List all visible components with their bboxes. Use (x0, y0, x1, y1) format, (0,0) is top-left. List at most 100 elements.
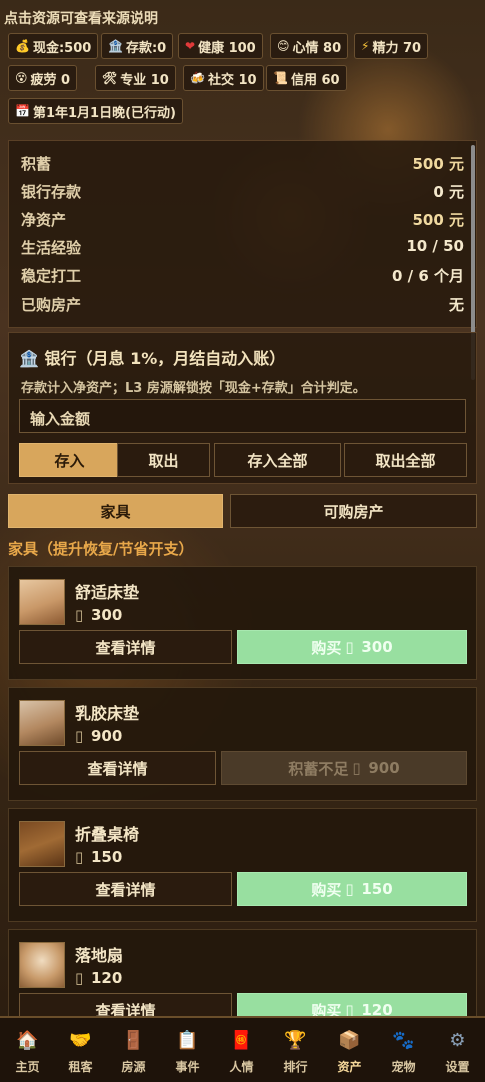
coin-icon: ▯ (75, 606, 84, 624)
beer-icon: 🍻 (190, 71, 205, 85)
item-name: 乳胶床垫 (75, 704, 140, 723)
withdraw-all-button[interactable]: 取出全部 (344, 443, 467, 477)
nav-settings[interactable]: ⚙ 设置 (431, 1018, 484, 1082)
summary-value: 无 (448, 296, 464, 314)
coin-icon: ▯ (75, 969, 84, 987)
nav-ranking[interactable]: 🏆 排行 (269, 1018, 322, 1082)
nav-relations[interactable]: 🧧 人情 (215, 1018, 268, 1082)
item-name: 折叠桌椅 (75, 825, 140, 844)
nav-label: 资产 (337, 1060, 362, 1074)
item-name: 落地扇 (75, 946, 124, 965)
health-chip[interactable]: ❤ 健康 100 (178, 33, 263, 59)
fatigue-label: 疲劳 0 (30, 72, 71, 88)
furniture-card: 折叠桌椅 ▯ 150 查看详情 购买 ▯ 150 (8, 808, 477, 922)
date-chip[interactable]: 📅 第1年1月1日晚(已行动) (8, 98, 183, 124)
credit-chip[interactable]: 📜 信用 60 (266, 65, 347, 91)
cash-chip[interactable]: 💰 现金:500 (8, 33, 99, 59)
amount-placeholder: 输入金额 (30, 410, 91, 428)
health-label: 健康 100 (198, 40, 256, 56)
clipboard-icon: 📋 (176, 1030, 199, 1051)
nav-home[interactable]: 🏠 主页 (1, 1018, 54, 1082)
item-name: 舒适床垫 (75, 583, 140, 602)
box-icon: 📦 (338, 1030, 361, 1051)
smile-icon: 😊 (277, 39, 290, 53)
summary-value: 0 元 (433, 183, 464, 201)
nav-label: 宠物 (391, 1060, 416, 1074)
summary-key: 生活经验 (21, 239, 82, 257)
item-price: ▯ 900 (75, 727, 122, 745)
tab-properties[interactable]: 可购房产 (230, 494, 477, 528)
buy-label: 积蓄不足 (288, 759, 349, 778)
deposit-chip[interactable]: 🏦 存款:0 (101, 33, 174, 59)
nav-pets[interactable]: 🐾 宠物 (377, 1018, 430, 1082)
dizzy-face-icon: 😵 (15, 71, 28, 85)
summary-key: 净资产 (21, 211, 67, 229)
social-chip[interactable]: 🍻 社交 10 (183, 65, 264, 91)
summary-key: 银行存款 (21, 183, 82, 201)
withdraw-button[interactable]: 取出 (117, 443, 210, 477)
summary-row-bank: 银行存款 0 元 (21, 181, 464, 202)
item-price: ▯ 150 (75, 848, 122, 866)
furniture-card: 乳胶床垫 ▯ 900 查看详情 积蓄不足 ▯ 900 (8, 687, 477, 801)
amount-input[interactable]: 输入金额 (19, 399, 466, 433)
buy-button[interactable]: 购买 ▯ 300 (237, 630, 467, 664)
nav-label: 房源 (121, 1060, 146, 1074)
item-price-value: 150 (91, 848, 123, 866)
deposit-button[interactable]: 存入 (19, 443, 120, 477)
asset-summary-panel: 积蓄 500 元 银行存款 0 元 净资产 500 元 生活经验 10 / 50 稳定打… (8, 140, 477, 328)
buy-price: 150 (361, 880, 393, 898)
nav-label: 人情 (229, 1060, 254, 1074)
buy-button-disabled[interactable]: 积蓄不足 ▯ 900 (221, 751, 467, 785)
deposit-label: 存款:0 (125, 40, 167, 56)
nav-assets[interactable]: 📦 资产 (323, 1018, 376, 1082)
coin-icon: ▯ (345, 638, 354, 656)
latex-mattress-image (19, 700, 65, 746)
nav-label: 租客 (68, 1060, 93, 1074)
skill-label: 专业 10 (120, 72, 169, 88)
view-details-button[interactable]: 查看详情 (19, 630, 232, 664)
coin-icon: ▯ (75, 848, 84, 866)
item-price-value: 900 (91, 727, 123, 745)
buy-label: 购买 (311, 880, 342, 899)
mattress-image (19, 579, 65, 625)
folding-table-image (19, 821, 65, 867)
floor-fan-image (19, 942, 65, 988)
nav-label: 排行 (283, 1060, 308, 1074)
nav-label: 设置 (445, 1060, 470, 1074)
bank-panel: 🏦 银行（月息 1%，月结自动入账） 存款计入净资产；L3 房源解锁按「现金+存… (8, 332, 477, 484)
skill-chip[interactable]: 🛠 专业 10 (95, 65, 176, 91)
summary-value: 500 元 (412, 155, 464, 173)
buy-button[interactable]: 购买 ▯ 150 (237, 872, 467, 906)
summary-value: 0 / 6 个月 (391, 267, 464, 285)
nav-label: 主页 (15, 1060, 40, 1074)
buy-price: 900 (368, 759, 400, 777)
furniture-card: 落地扇 ▯ 120 查看详情 购买 ▯ 120 (8, 929, 477, 1027)
item-price: ▯ 120 (75, 969, 122, 987)
tools-icon: 🛠 (102, 71, 118, 85)
paw-icon: 🐾 (392, 1030, 415, 1051)
red-envelope-icon: 🧧 (230, 1030, 253, 1051)
status-topline: 点击资源可查看来源说明 (4, 11, 158, 27)
view-details-button[interactable]: 查看详情 (19, 872, 232, 906)
lightning-icon: ⚡ (361, 39, 370, 53)
item-price-value: 300 (91, 606, 123, 624)
deposit-all-button[interactable]: 存入全部 (214, 443, 341, 477)
tab-furniture[interactable]: 家具 (8, 494, 223, 528)
nav-events[interactable]: 📋 事件 (161, 1018, 214, 1082)
summary-key: 已购房产 (21, 296, 82, 314)
view-details-button[interactable]: 查看详情 (19, 751, 216, 785)
nav-tenants[interactable]: 🤝 租客 (54, 1018, 107, 1082)
item-price: ▯ 300 (75, 606, 122, 624)
fatigue-chip[interactable]: 😵 疲劳 0 (8, 65, 78, 91)
summary-value: 500 元 (412, 211, 464, 229)
door-icon: 🚪 (122, 1030, 145, 1051)
handshake-icon: 🤝 (69, 1030, 92, 1051)
energy-chip[interactable]: ⚡ 精力 70 (354, 33, 429, 59)
coin-icon: ▯ (345, 880, 354, 898)
buy-price: 300 (361, 638, 393, 656)
coin-icon: ▯ (352, 759, 361, 777)
summary-key: 积蓄 (21, 155, 52, 173)
mood-chip[interactable]: 😊 心情 80 (270, 33, 349, 59)
bank-icon: 🏦 (108, 39, 123, 53)
nav-rooms[interactable]: 🚪 房源 (107, 1018, 160, 1082)
